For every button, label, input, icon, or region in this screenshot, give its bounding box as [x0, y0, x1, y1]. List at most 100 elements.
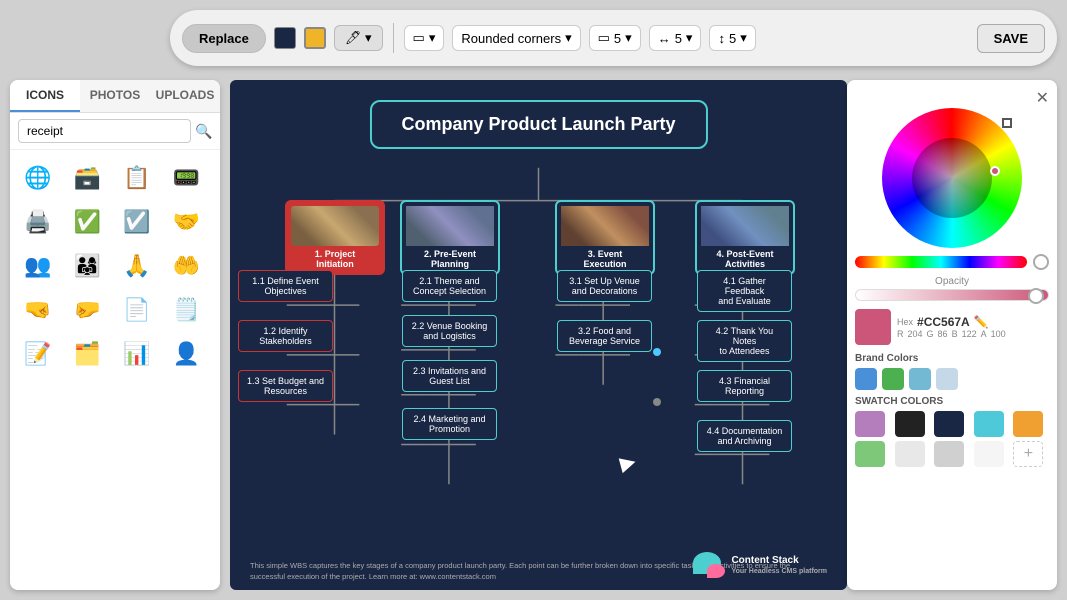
a-label: A	[981, 329, 987, 339]
list-item[interactable]: 🗒️	[167, 290, 207, 330]
l2-box-1-1[interactable]: 1.1 Define EventObjectives	[238, 270, 333, 302]
v-spacing-value: 5	[729, 31, 736, 46]
connector-dot-2	[653, 398, 661, 406]
g-value: 86	[938, 329, 948, 339]
list-item[interactable]: 🤝	[167, 202, 207, 242]
color-wheel-container[interactable]	[882, 108, 1022, 248]
swatch-7[interactable]	[895, 441, 925, 467]
list-item[interactable]: 📊	[117, 334, 157, 374]
brand-color-2[interactable]	[882, 368, 904, 390]
brand-color-3[interactable]	[909, 368, 931, 390]
style-picker-button[interactable]: 🖊 ▾	[334, 25, 383, 51]
connector-dot-1	[653, 348, 661, 356]
search-row: 🔍	[10, 113, 220, 150]
brand-color-1[interactable]	[855, 368, 877, 390]
l2-box-4-3[interactable]: 4.3 FinancialReporting	[697, 370, 792, 402]
swatch-add-button[interactable]: +	[1013, 441, 1043, 467]
hex-details: Hex #CC567A ✏️ R 204 G 86 B 122 A 100	[897, 315, 1049, 339]
opacity-handle[interactable]	[1028, 288, 1044, 304]
l2-box-3-1[interactable]: 3.1 Set Up Venueand Decorations	[557, 270, 652, 302]
canvas-area[interactable]: Company Product Launch Party 1. ProjectI…	[230, 80, 847, 590]
list-item[interactable]: 📋	[117, 158, 157, 198]
list-item[interactable]: 🤲	[167, 246, 207, 286]
l2-box-4-2[interactable]: 4.2 Thank You Notesto Attendees	[697, 320, 792, 362]
right-panel: ✕ Opacity	[847, 80, 1057, 590]
list-item[interactable]: 👥	[18, 246, 58, 286]
list-item[interactable]: 📟	[167, 158, 207, 198]
tab-icons[interactable]: ICONS	[10, 80, 80, 112]
search-button[interactable]: 🔍	[195, 123, 212, 140]
content-stack-logo: Content Stack Your Headless CMS platform	[693, 552, 827, 578]
l2-box-2-2[interactable]: 2.2 Venue Bookingand Logistics	[402, 315, 497, 347]
divider-1	[393, 23, 394, 53]
h-spacing-select[interactable]: ↔ 5 ▾	[649, 25, 702, 51]
brand-color-4[interactable]	[936, 368, 958, 390]
wbs-title[interactable]: Company Product Launch Party	[369, 100, 707, 149]
l2-box-1-2[interactable]: 1.2 IdentifyStakeholders	[238, 320, 333, 352]
border-size-value: 5	[614, 31, 621, 46]
hex-color-preview[interactable]	[855, 309, 891, 345]
rounded-corners-select[interactable]: Rounded corners ▾	[452, 25, 580, 51]
swatch-9[interactable]	[974, 441, 1004, 467]
stroke-color-swatch[interactable]	[304, 27, 326, 49]
l2-box-2-1[interactable]: 2.1 Theme andConcept Selection	[402, 270, 497, 302]
swatch-5[interactable]	[1013, 411, 1043, 437]
list-item[interactable]: ✅	[68, 202, 108, 242]
swatch-section: SWATCH COLORS +	[855, 396, 1049, 467]
list-item[interactable]: 🌐	[18, 158, 58, 198]
list-item[interactable]: 🙏	[117, 246, 157, 286]
hex-edit-icon[interactable]: ✏️	[974, 315, 989, 329]
list-item[interactable]: 🖨️	[18, 202, 58, 242]
l1-box-1[interactable]: 1. ProjectInitiation	[285, 200, 385, 275]
swatch-3[interactable]	[934, 411, 964, 437]
swatch-6[interactable]	[855, 441, 885, 467]
toolbar: Replace 🖊 ▾ ▭▾ Rounded corners ▾ ▭ 5 ▾ ↔…	[170, 10, 1057, 66]
v-spacing-select[interactable]: ↕ 5 ▾	[709, 25, 755, 51]
l2-box-3-2[interactable]: 3.2 Food andBeverage Service	[557, 320, 652, 352]
replace-button[interactable]: Replace	[182, 24, 266, 53]
swatch-1[interactable]	[855, 411, 885, 437]
l2-box-4-1[interactable]: 4.1 Gather Feedbackand Evaluate	[697, 270, 792, 312]
opacity-label: Opacity	[855, 276, 1049, 287]
logo-icon	[693, 552, 725, 578]
l2-box-2-3[interactable]: 2.3 Invitations andGuest List	[402, 360, 497, 392]
list-item[interactable]: 🤛	[68, 290, 108, 330]
swatch-2[interactable]	[895, 411, 925, 437]
l1-box-2[interactable]: 2. Pre-EventPlanning	[400, 200, 500, 275]
close-button[interactable]: ✕	[1036, 88, 1049, 108]
search-input[interactable]	[18, 119, 191, 143]
list-item[interactable]: 👤	[167, 334, 207, 374]
hue-handle[interactable]	[1033, 254, 1049, 270]
color-wheel-white-dot	[1002, 118, 1012, 128]
l1-box-4[interactable]: 4. Post-EventActivities	[695, 200, 795, 275]
l2-box-4-4[interactable]: 4.4 Documentationand Archiving	[697, 420, 792, 452]
hex-value: #CC567A	[917, 315, 970, 329]
fill-color-swatch[interactable]	[274, 27, 296, 49]
list-item[interactable]: 📄	[117, 290, 157, 330]
list-item[interactable]: 🤜	[18, 290, 58, 330]
l2-box-2-4[interactable]: 2.4 Marketing andPromotion	[402, 408, 497, 440]
shape-select[interactable]: ▭▾	[404, 25, 445, 51]
tab-photos[interactable]: PHOTOS	[80, 80, 150, 112]
list-item[interactable]: 👨‍👩‍👧	[68, 246, 108, 286]
left-panel: ICONS PHOTOS UPLOADS 🔍 🌐 🗃️ 📋 📟 🖨️ ✅ ☑️ …	[10, 80, 220, 590]
r-label: R	[897, 329, 904, 339]
r-value: 204	[908, 329, 923, 339]
list-item[interactable]: 📝	[18, 334, 58, 374]
list-item[interactable]: 🗂️	[68, 334, 108, 374]
tab-uploads[interactable]: UPLOADS	[150, 80, 220, 112]
opacity-bar[interactable]	[855, 289, 1049, 301]
rgb-row: R 204 G 86 B 122 A 100	[897, 329, 1049, 339]
l1-box-3[interactable]: 3. EventExecution	[555, 200, 655, 275]
border-size-select[interactable]: ▭ 5 ▾	[589, 25, 641, 51]
list-item[interactable]: ☑️	[117, 202, 157, 242]
list-item[interactable]: 🗃️	[68, 158, 108, 198]
save-button[interactable]: SAVE	[977, 24, 1045, 53]
l2-box-1-3[interactable]: 1.3 Set Budget andResources	[238, 370, 333, 402]
hue-bar[interactable]	[855, 256, 1027, 268]
swatch-8[interactable]	[934, 441, 964, 467]
l1-box-2-label: 2. Pre-EventPlanning	[424, 249, 476, 269]
swatch-4[interactable]	[974, 411, 1004, 437]
hex-label: Hex	[897, 317, 913, 327]
h-spacing-value: 5	[675, 31, 682, 46]
